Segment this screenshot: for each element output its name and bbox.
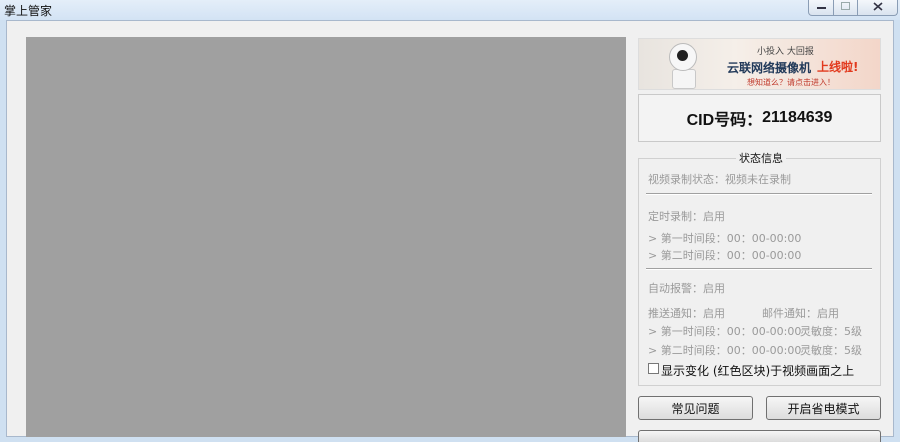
cid-label: CID号码： <box>686 112 763 129</box>
cid-panel: CID号码： 21184639 <box>638 94 881 142</box>
timer-record-status: 定时录制：启用 <box>648 210 725 223</box>
push-notify-status: 推送通知：启用 <box>648 307 725 320</box>
timer-period-2: > 第二时间段：00：00-00:00 <box>648 249 802 262</box>
timer-period-1: > 第一时间段：00：00-00:00 <box>648 232 802 245</box>
faq-button[interactable]: 常见问题 <box>638 396 753 420</box>
camera-base-image <box>672 69 696 89</box>
minimize-button[interactable] <box>808 0 834 16</box>
sensitivity-1: 灵敏度：5级 <box>800 325 862 338</box>
cid-value: 21184639 <box>762 109 833 126</box>
banner-headline: 云联网络摄像机 <box>727 61 812 75</box>
power-save-button[interactable]: 开启省电模式 <box>766 396 881 420</box>
close-button[interactable] <box>857 0 898 16</box>
sensitivity-2: 灵敏度：5级 <box>800 344 862 357</box>
close-icon <box>872 1 883 14</box>
show-change-checkbox[interactable] <box>648 363 659 374</box>
camera-lens-icon <box>677 50 688 61</box>
minimize-icon <box>816 2 826 13</box>
alarm-period-2: > 第二时间段：00：00-00:00 <box>648 344 802 357</box>
mail-notify-status: 邮件通知：启用 <box>762 307 839 320</box>
divider <box>646 193 872 195</box>
divider <box>646 268 872 270</box>
alarm-period-1: > 第一时间段：00：00-00:00 <box>648 325 802 338</box>
title-bar[interactable]: 掌上管家 <box>0 0 900 20</box>
video-display[interactable] <box>26 37 626 437</box>
maximize-button[interactable] <box>833 0 858 16</box>
maximize-icon <box>841 2 850 13</box>
banner-highlight: 上线啦! <box>817 60 859 74</box>
partial-button[interactable] <box>638 430 881 442</box>
ad-banner[interactable]: 小投入 大回报 云联网络摄像机 上线啦! 想知道么？请点击进入！ <box>638 38 881 90</box>
video-record-status: 视频录制状态：视频未在录制 <box>648 173 791 186</box>
auto-alarm-status: 自动报警：启用 <box>648 282 725 295</box>
window-title: 掌上管家 <box>4 4 53 18</box>
banner-slogan: 小投入 大回报 <box>757 47 814 57</box>
banner-subtext: 想知道么？请点击进入！ <box>747 78 835 87</box>
status-title: 状态信息 <box>736 150 786 166</box>
show-change-label[interactable]: 显示变化 (红色区块)于视频画面之上 <box>661 362 854 379</box>
